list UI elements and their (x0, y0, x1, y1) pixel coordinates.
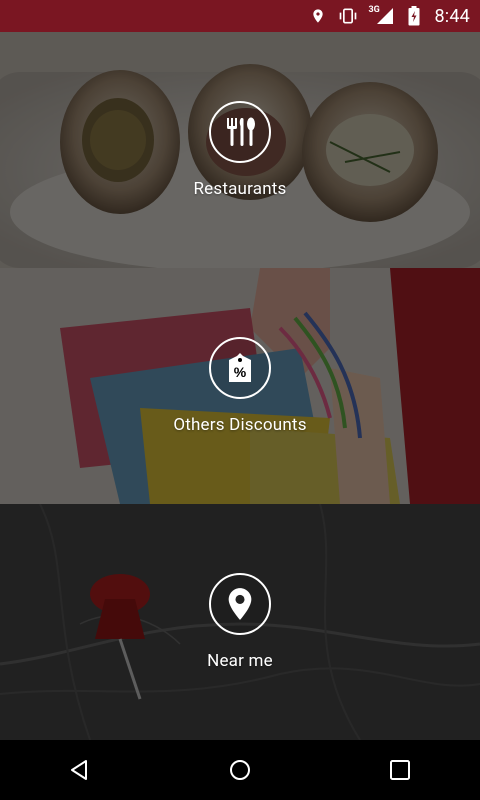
status-time: 8:44 (434, 5, 470, 27)
home-button[interactable] (208, 740, 272, 800)
location-pin-icon (208, 573, 271, 635)
recents-button[interactable] (368, 740, 432, 800)
back-icon (71, 760, 87, 780)
battery-charging-icon (404, 6, 424, 26)
back-button[interactable] (48, 740, 112, 800)
near-me-label: Near me (207, 651, 273, 671)
others-discounts-content: % Others Discounts (173, 337, 306, 435)
category-list: Restaurants % Others Discounts Near me (0, 32, 480, 740)
vibrate-icon (338, 6, 358, 26)
near-me-content: Near me (207, 573, 273, 671)
discount-tag-icon: % (209, 337, 271, 399)
status-icons: 3G 8:44 (308, 0, 470, 32)
svg-text:%: % (234, 364, 247, 380)
navigation-bar (0, 740, 480, 800)
others-discounts-label: Others Discounts (173, 415, 307, 435)
others-discounts-tile[interactable]: % Others Discounts (0, 268, 480, 504)
signal-3g-icon: 3G (368, 5, 394, 26)
recents-icon (390, 760, 410, 780)
restaurants-tile[interactable]: Restaurants (0, 32, 480, 268)
cutlery-icon (208, 101, 271, 163)
near-me-tile[interactable]: Near me (0, 504, 480, 740)
restaurants-label: Restaurants (193, 179, 287, 199)
home-icon (230, 760, 250, 780)
location-icon (308, 6, 328, 26)
status-bar: 3G 8:44 (0, 0, 480, 32)
restaurants-content: Restaurants (193, 101, 286, 199)
